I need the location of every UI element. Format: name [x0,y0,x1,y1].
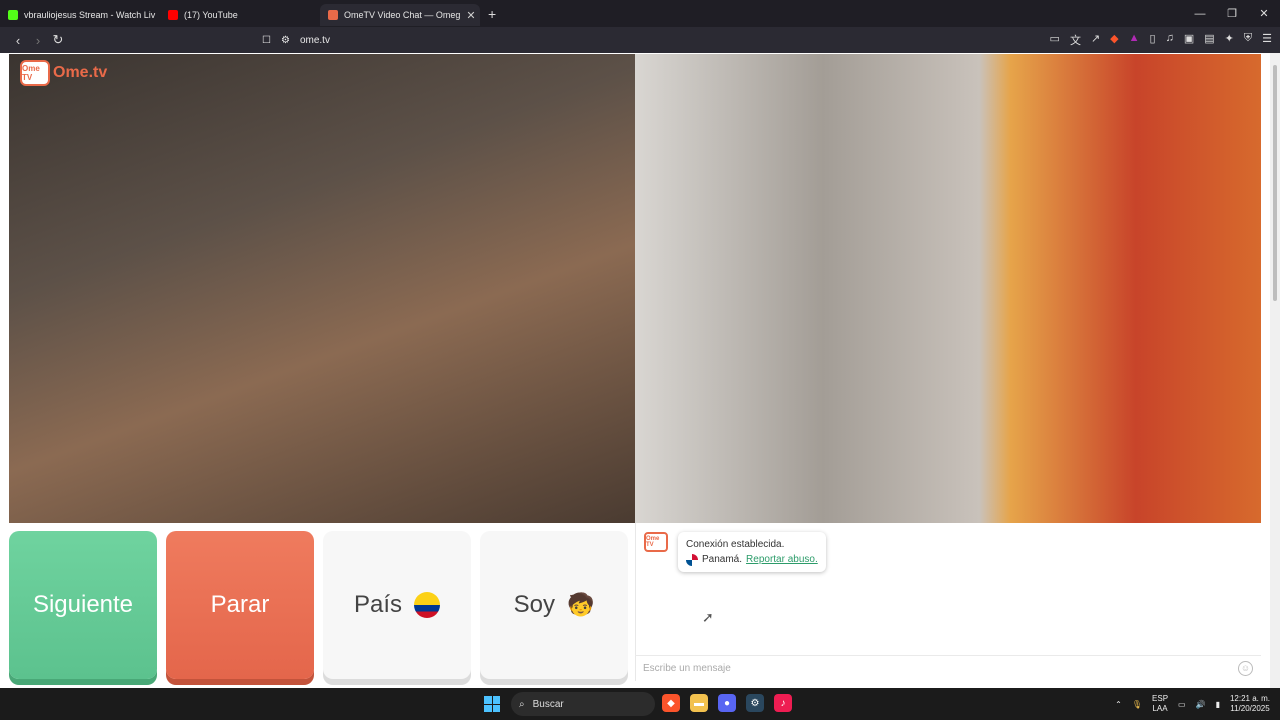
system-tray: ⌃ 🎙 ESP LAA ▭ 🔊 ▮ 12:21 a. m. 11/20/2025 [1115,688,1270,720]
restore-icon[interactable]: ❐ [1216,0,1248,27]
menu-icon[interactable]: ☰ [1262,32,1272,48]
volume-icon[interactable]: 🔊 [1196,700,1206,709]
microphone-icon[interactable]: 🎙 [1132,700,1142,709]
ometv-icon [328,10,338,20]
tab-title: (17) YouTube [184,10,238,20]
rewards-icon[interactable]: ▲ [1129,32,1140,48]
next-button[interactable]: Siguiente [9,531,157,679]
boy-face-icon: 🧒 [566,592,595,617]
logo-text: Ome.tv [53,64,108,81]
back-icon[interactable]: ‹ [8,33,28,48]
discord-icon[interactable]: ● [718,694,736,712]
site-info-icon[interactable]: ⚙ [281,35,290,46]
toolbar-actions: ▭ 文 ↗ ◆ ▲ ▯ ♫ ▣ ▤ ✦ ⛨ ☰ [1050,32,1272,48]
close-icon[interactable]: ✕ [466,9,475,22]
youtube-icon [168,10,178,20]
tiktok-icon[interactable]: ♪ [774,694,792,712]
logo-tv-icon: Ome TV [20,60,50,86]
search-label: Buscar [532,698,564,710]
leo-icon[interactable]: ✦ [1225,32,1234,48]
gender-label: Soy [513,591,555,618]
network-icon[interactable]: ▭ [1178,700,1186,709]
message-placeholder[interactable]: Escribe un mensaje [643,663,731,674]
partner-country: Panamá. [702,554,743,565]
vpn-icon[interactable]: ⛨ [1244,32,1252,48]
chevron-up-icon[interactable]: ⌃ [1115,700,1122,709]
connection-status: Conexión establecida. [686,539,785,550]
new-tab-button[interactable]: + [488,6,496,22]
country-button[interactable]: País [323,531,471,679]
tab-kick[interactable]: vbrauliojesus Stream - Watch Liv [0,4,160,26]
browser-toolbar: ‹ › ↻ ☐ ⚙ ome.tv ▭ 文 ↗ ◆ ▲ ▯ ♫ ▣ ▤ ✦ ⛨ ☰ [0,27,1280,53]
panama-flag-icon [686,553,698,566]
partner-country-row: Panamá. Reportar abuso. [686,552,818,567]
close-window-icon[interactable]: ✕ [1248,0,1280,27]
language-indicator[interactable]: ESP LAA [1152,694,1168,714]
mouse-cursor-icon: ➚ [702,609,714,625]
file-explorer-icon[interactable]: ▬ [690,694,708,712]
scrollbar[interactable] [1270,53,1280,688]
message-input[interactable]: Escribe un mensaje ☺ [635,655,1261,680]
battery-icon[interactable]: ▮ [1216,700,1220,709]
share-icon[interactable]: ↗ [1091,32,1100,48]
country-label: País [353,591,403,618]
forward-icon[interactable]: › [28,33,48,48]
emoji-icon[interactable]: ☺ [1238,660,1253,676]
sidebar-icon[interactable]: ▯ [1150,32,1156,48]
url-text[interactable]: ome.tv [300,35,330,46]
gender-button[interactable]: Soy 🧒 [480,531,628,679]
next-label: Siguiente [32,591,134,618]
brave-shield-icon[interactable]: ◆ [1110,32,1118,48]
tab-ometv[interactable]: OmeTV Video Chat — Omeg ✕ [320,4,480,26]
search-icon: ⌕ [519,698,525,710]
ometv-avatar-icon: Ome TV [644,532,668,552]
windows-start-icon[interactable] [484,696,500,712]
tab-youtube[interactable]: (17) YouTube [160,4,320,26]
remote-video [9,54,635,523]
address-bar[interactable]: ☐ ⚙ ome.tv [256,30,1001,50]
reload-icon[interactable]: ↻ [48,32,68,48]
report-abuse-link[interactable]: Reportar abuso. [746,552,818,567]
stop-label: Parar [210,591,270,618]
taskbar-search[interactable]: ⌕ Buscar [511,692,655,716]
panel-icon[interactable]: ▣ [1184,32,1194,48]
steam-icon[interactable]: ⚙ [746,694,764,712]
screen-icon[interactable]: ▭ [1050,32,1060,48]
wallet-icon[interactable]: ▤ [1204,32,1214,48]
colombia-flag-icon [414,592,441,618]
system-message: Conexión establecida. Panamá. Reportar a… [678,532,826,572]
window-controls: — ❐ ✕ [1184,0,1280,27]
stop-button[interactable]: Parar [166,531,314,679]
scrollbar-thumb[interactable] [1273,65,1277,301]
tab-title: vbrauliojesus Stream - Watch Liv [24,10,156,20]
brave-icon[interactable]: ◆ [662,694,680,712]
media-icon[interactable]: ♫ [1166,32,1174,48]
clock[interactable]: 12:21 a. m. 11/20/2025 [1230,694,1270,714]
bookmark-icon[interactable]: ☐ [262,35,271,46]
windows-taskbar: ⌕ Buscar ◆ ▬ ● ⚙ ♪ ⌃ 🎙 ESP LAA ▭ 🔊 ▮ 12:… [0,688,1280,720]
pinned-apps: ◆ ▬ ● ⚙ ♪ [662,694,792,712]
minimize-icon[interactable]: — [1184,0,1216,27]
browser-tab-bar: vbrauliojesus Stream - Watch Liv (17) Yo… [0,0,1280,27]
kick-icon [8,10,18,20]
local-video [635,54,1261,523]
ometv-logo: Ome TV Ome.tv [20,60,107,86]
tab-title: OmeTV Video Chat — Omeg [344,10,461,20]
translate-icon[interactable]: 文 [1070,32,1081,48]
